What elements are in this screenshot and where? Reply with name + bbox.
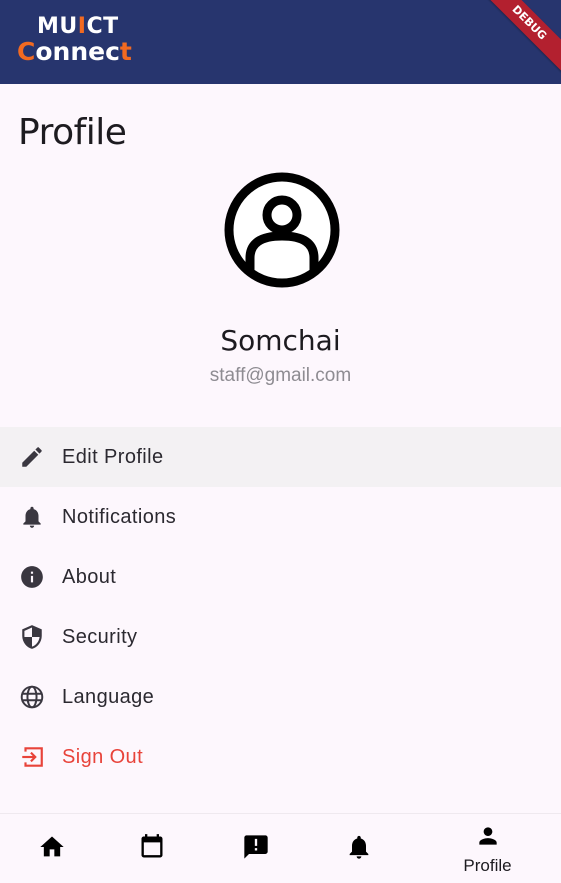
account-circle-icon[interactable]	[222, 170, 342, 290]
menu-item-label: Edit Profile	[62, 445, 164, 468]
logout-icon	[18, 743, 46, 771]
user-email: staff@gmail.com	[209, 365, 352, 386]
report-icon	[242, 833, 270, 866]
app-bar: MUICT Connect DEBUG	[0, 0, 561, 84]
page-title: Profile	[18, 112, 127, 153]
user-name: Somchai	[220, 324, 341, 357]
shield-icon	[18, 623, 46, 651]
menu-item-notifications[interactable]: Notifications	[0, 487, 561, 547]
logo-line-1: MUICT	[37, 14, 119, 39]
nav-reports[interactable]	[204, 814, 307, 883]
nav-home[interactable]	[0, 814, 103, 883]
menu-item-label: About	[62, 565, 117, 588]
profile-menu: Edit Profile Notifications About Securit…	[0, 427, 561, 787]
nav-profile[interactable]: Profile	[436, 814, 539, 883]
nav-notifications[interactable]	[307, 814, 410, 883]
nav-calendar[interactable]	[100, 814, 203, 883]
menu-item-security[interactable]: Security	[0, 607, 561, 667]
nav-profile-label: Profile	[463, 855, 512, 875]
menu-item-sign-out[interactable]: Sign Out	[0, 727, 561, 787]
calendar-icon	[138, 833, 166, 866]
menu-item-label: Sign Out	[62, 745, 144, 768]
menu-item-about[interactable]: About	[0, 547, 561, 607]
person-icon	[475, 823, 501, 854]
globe-icon	[18, 683, 46, 711]
menu-item-edit-profile[interactable]: Edit Profile	[0, 427, 561, 487]
menu-item-label: Language	[62, 685, 155, 708]
menu-item-label: Notifications	[62, 505, 177, 528]
logo-line-2: Connect	[17, 37, 132, 66]
home-icon	[38, 833, 66, 866]
app-logo[interactable]: MUICT Connect	[17, 14, 147, 66]
debug-banner: DEBUG	[478, 0, 561, 74]
pencil-icon	[18, 443, 46, 471]
menu-item-language[interactable]: Language	[0, 667, 561, 727]
info-icon	[18, 563, 46, 591]
bottom-navigation: Profile	[0, 813, 561, 883]
bell-icon	[345, 833, 373, 866]
menu-item-label: Security	[62, 625, 138, 648]
bell-icon	[18, 503, 46, 531]
